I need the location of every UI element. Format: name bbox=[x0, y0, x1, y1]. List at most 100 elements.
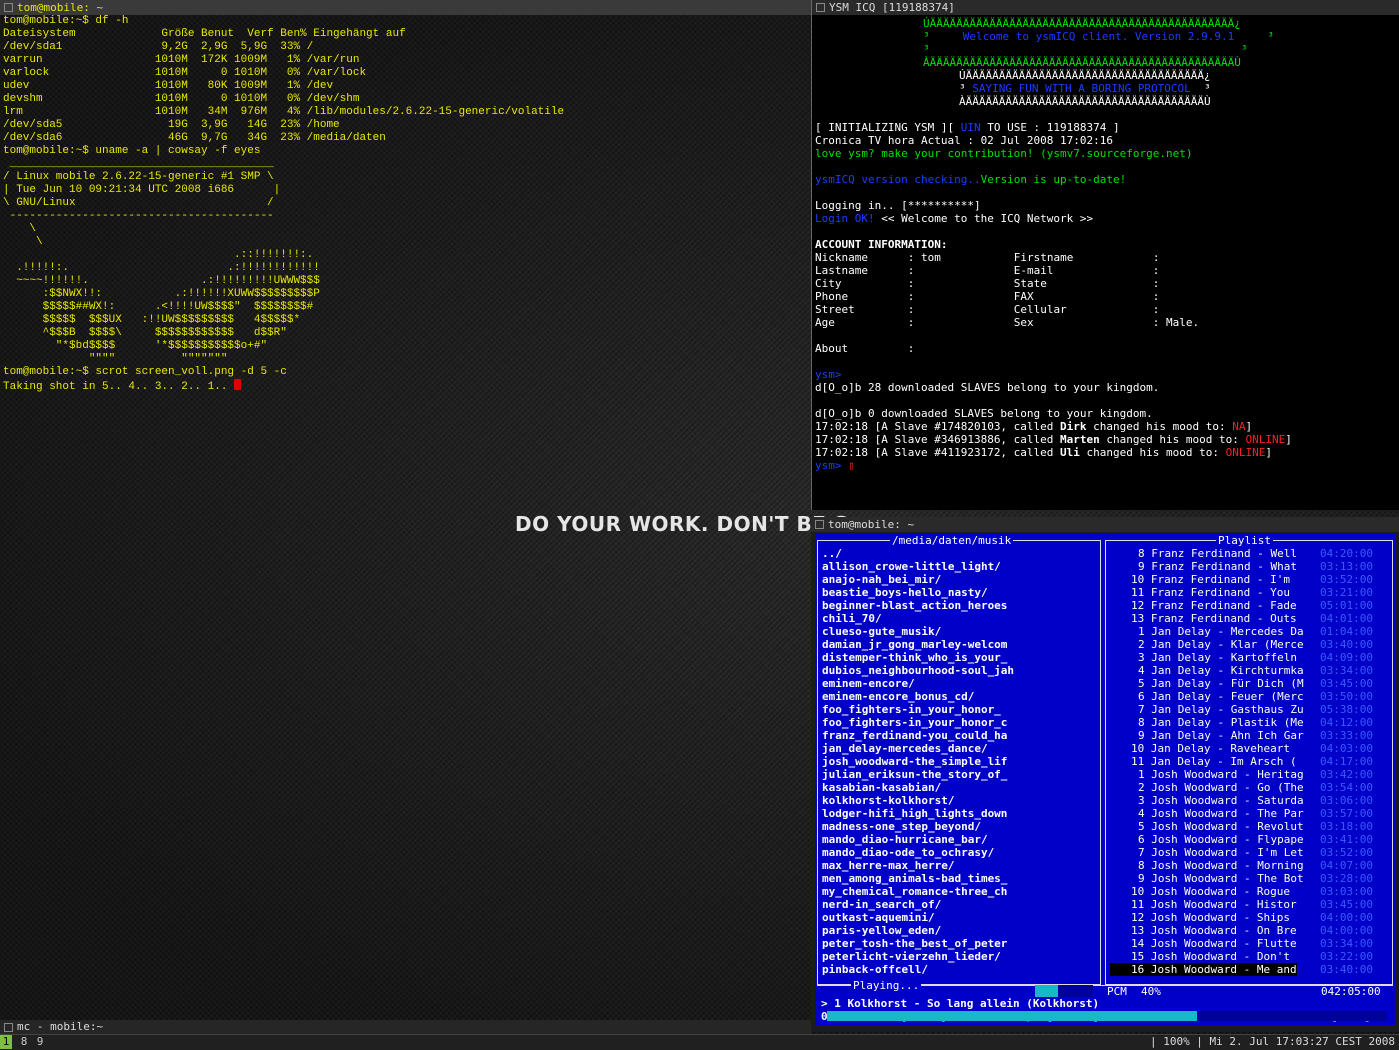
directory-item[interactable]: kasabian-kasabian/ bbox=[822, 781, 1014, 794]
ysm-output[interactable]: ÚÄÄÄÄÄÄÄÄÄÄÄÄÄÄÄÄÄÄÄÄÄÄÄÄÄÄÄÄÄÄÄÄÄÄÄÄÄÄÄ… bbox=[812, 15, 1399, 474]
playlist-item[interactable]: 2 Jan Delay - Klar (Merce 03:40:00 bbox=[1110, 638, 1394, 651]
playlist-item[interactable]: 16 Josh Woodward - Me and 03:40:00 bbox=[1110, 963, 1394, 976]
directory-item[interactable]: distemper-think_who_is_your_ bbox=[822, 651, 1014, 664]
directory-item[interactable]: madness-one_step_beyond/ bbox=[822, 820, 1014, 833]
directory-item[interactable]: lodger-hifi_high_lights_down bbox=[822, 807, 1014, 820]
workspace-8[interactable]: 8 bbox=[18, 1035, 30, 1049]
playlist-item[interactable]: 1 Josh Woodward - Heritag 03:42:00 bbox=[1110, 768, 1394, 781]
ysm-events: 17:02:18 [A Slave #174820103, called Dir… bbox=[815, 420, 1292, 459]
directory-item[interactable]: damian_jr_gong_marley-welcom bbox=[822, 638, 1014, 651]
playlist-item-duration: 04:09:00 bbox=[1320, 651, 1373, 664]
workspace-9[interactable]: 9 bbox=[34, 1035, 46, 1049]
playlist-item[interactable]: 6 Josh Woodward - Flypape 03:41:00 bbox=[1110, 833, 1394, 846]
playlist-panel[interactable]: Playlist 8 Franz Ferdinand - Well 04:20:0… bbox=[1105, 534, 1394, 985]
directory-item[interactable]: dubios_neighbourhood-soul_jah bbox=[822, 664, 1014, 677]
window-close-icon[interactable] bbox=[4, 1022, 13, 1032]
playlist-item[interactable]: 2 Josh Woodward - Go (The 03:54:00 bbox=[1110, 781, 1394, 794]
playlist-item-number: 11 bbox=[1131, 755, 1145, 768]
account-row: Phone : FAX : bbox=[815, 290, 1159, 303]
directory-item[interactable]: foo_fighters-in_your_honor_c bbox=[822, 716, 1014, 729]
directory-item[interactable]: beginner-blast_action_heroes bbox=[822, 599, 1014, 612]
directory-item[interactable]: peter_tosh-the_best_of_peter bbox=[822, 937, 1014, 950]
progress-bar[interactable] bbox=[827, 1011, 1387, 1021]
directory-item[interactable]: eminem-encore_bonus_cd/ bbox=[822, 690, 1014, 703]
ysm-prompt[interactable]: ysm> bbox=[815, 368, 842, 381]
playlist-item[interactable]: 11 Franz Ferdinand - You 03:21:00 bbox=[1110, 586, 1394, 599]
playlist-item[interactable]: 10 Jan Delay - Raveheart 04:03:00 bbox=[1110, 742, 1394, 755]
left-terminal-window[interactable]: tom@mobile: ~ tom@mobile:~$ df -h Dateis… bbox=[0, 0, 811, 1020]
directory-item[interactable]: josh_woodward-the_simple_lif bbox=[822, 755, 1014, 768]
directory-item[interactable]: allison_crowe-little_light/ bbox=[822, 560, 1014, 573]
playlist-item[interactable]: 4 Josh Woodward - The Par 03:57:00 bbox=[1110, 807, 1394, 820]
ysm-prompt-2[interactable]: ysm> bbox=[815, 459, 848, 472]
directory-item[interactable]: beastie_boys-hello_nasty/ bbox=[822, 586, 1014, 599]
playlist-item[interactable]: 1 Jan Delay - Mercedes Da 01:04:00 bbox=[1110, 625, 1394, 638]
playlist-item[interactable]: 3 Jan Delay - Kartoffeln 04:09:00 bbox=[1110, 651, 1394, 664]
playlist-item[interactable]: 8 Jan Delay - Plastik (Me 04:12:00 bbox=[1110, 716, 1394, 729]
playlist-item[interactable]: 7 Josh Woodward - I'm Let 03:52:00 bbox=[1110, 846, 1394, 859]
playlist-item[interactable]: 8 Franz Ferdinand - Well 04:20:00 bbox=[1110, 547, 1394, 560]
playlist-item[interactable]: 14 Josh Woodward - Flutte 03:34:00 bbox=[1110, 937, 1394, 950]
window-close-icon[interactable] bbox=[816, 3, 825, 12]
playlist-item[interactable]: 11 Jan Delay - Im Arsch (04:17:00 bbox=[1110, 755, 1394, 768]
playlist-item[interactable]: 15 Josh Woodward - Don't 03:22:00 bbox=[1110, 950, 1394, 963]
ysm-icq-window[interactable]: YSM ICQ [119188374] ÚÄÄÄÄÄÄÄÄÄÄÄÄÄÄÄÄÄÄÄ… bbox=[811, 0, 1399, 510]
playlist-item[interactable]: 10 Josh Woodward - Rogue 03:03:00 bbox=[1110, 885, 1394, 898]
directory-item[interactable]: men_among_animals-bad_times_ bbox=[822, 872, 1014, 885]
playlist-item-duration: 03:52:00 bbox=[1320, 846, 1373, 859]
playlist-item[interactable]: 9 Jan Delay - Ahn Ich Gar 03:33:00 bbox=[1110, 729, 1394, 742]
playlist-item[interactable]: 5 Josh Woodward - Revolut 03:18:00 bbox=[1110, 820, 1394, 833]
directory-item[interactable]: mando_diao-hurricane_bar/ bbox=[822, 833, 1014, 846]
left-terminal-output[interactable]: tom@mobile:~$ df -h Dateisystem Größe Be… bbox=[0, 15, 811, 394]
playlist-item[interactable]: 11 Josh Woodward - Histor 03:45:00 bbox=[1110, 898, 1394, 911]
window-close-icon[interactable] bbox=[815, 520, 824, 529]
volume-bar[interactable] bbox=[1035, 985, 1093, 997]
playlist-item[interactable]: 3 Josh Woodward - Saturda 03:06:00 bbox=[1110, 794, 1394, 807]
directory-item[interactable]: outkast-aquemini/ bbox=[822, 911, 1014, 924]
music-player-titlebar[interactable]: tom@mobile: ~ bbox=[811, 517, 1399, 532]
directory-item[interactable]: chili_70/ bbox=[822, 612, 1014, 625]
playlist-item-title: Josh Woodward - Saturda bbox=[1151, 794, 1304, 807]
playlist-item[interactable]: 12 Josh Woodward - Ships 04:00:00 bbox=[1110, 911, 1394, 924]
playlist-item[interactable]: 9 Franz Ferdinand - What 03:13:00 bbox=[1110, 560, 1394, 573]
ysm-cursor: ▯ bbox=[848, 459, 855, 472]
playlist-item[interactable]: 13 Josh Woodward - On Bre 04:00:00 bbox=[1110, 924, 1394, 937]
playlist-item[interactable]: 13 Franz Ferdinand - Outs 04:01:00 bbox=[1110, 612, 1394, 625]
playlist-item[interactable]: 12 Franz Ferdinand - Fade 05:01:00 bbox=[1110, 599, 1394, 612]
playlist-item[interactable]: 6 Jan Delay - Feuer (Merc 03:50:00 bbox=[1110, 690, 1394, 703]
workspace-1[interactable]: 1 bbox=[0, 1035, 12, 1049]
directory-item[interactable]: nerd-in_search_of/ bbox=[822, 898, 1014, 911]
directory-item[interactable]: eminem-encore/ bbox=[822, 677, 1014, 690]
playlist-item[interactable]: 5 Jan Delay - Für Dich (M 03:45:00 bbox=[1110, 677, 1394, 690]
directory-item[interactable]: franz_ferdinand-you_could_ha bbox=[822, 729, 1014, 742]
playlist-item[interactable]: 8 Josh Woodward - Morning 04:07:00 bbox=[1110, 859, 1394, 872]
directory-item[interactable]: mando_diao-ode_to_ochrasy/ bbox=[822, 846, 1014, 859]
directory-item[interactable]: julian_eriksun-the_story_of_ bbox=[822, 768, 1014, 781]
ysm-titlebar[interactable]: YSM ICQ [119188374] bbox=[812, 0, 1399, 15]
mc-window-titlebar[interactable]: mc - mobile:~ bbox=[0, 1020, 811, 1034]
directory-item[interactable]: foo_fighters-in_your_honor_ bbox=[822, 703, 1014, 716]
directory-item[interactable]: max_herre-max_herre/ bbox=[822, 859, 1014, 872]
music-player-window[interactable]: tom@mobile: ~ /media/daten/musik ../alli… bbox=[811, 517, 1399, 1032]
playlist-item[interactable]: 7 Jan Delay - Gasthaus Zu 05:38:00 bbox=[1110, 703, 1394, 716]
music-player-panel[interactable]: /media/daten/musik ../allison_crowe-litt… bbox=[815, 533, 1395, 1025]
left-terminal-titlebar[interactable]: tom@mobile: ~ bbox=[0, 0, 811, 15]
playlist-item[interactable]: 9 Josh Woodward - The Bot 03:28:00 bbox=[1110, 872, 1394, 885]
playlist-item[interactable]: 10 Franz Ferdinand - I'm 03:52:00 bbox=[1110, 573, 1394, 586]
directory-item[interactable]: paris-yellow_eden/ bbox=[822, 924, 1014, 937]
playlist-item-duration: 03:54:00 bbox=[1320, 781, 1373, 794]
directory-item[interactable]: pinback-offcell/ bbox=[822, 963, 1014, 976]
directory-item[interactable]: kolkhorst-kolkhorst/ bbox=[822, 794, 1014, 807]
playlist-item[interactable]: 4 Jan Delay - Kirchturmka 03:34:00 bbox=[1110, 664, 1394, 677]
directory-panel[interactable]: /media/daten/musik ../allison_crowe-litt… bbox=[817, 534, 1101, 985]
directory-item[interactable]: my_chemical_romance-three_ch bbox=[822, 885, 1014, 898]
directory-item[interactable]: peterlicht-vierzehn_lieder/ bbox=[822, 950, 1014, 963]
directory-item[interactable]: ../ bbox=[822, 547, 1014, 560]
terminal-line: / Linux mobile 2.6.22-15-generic #1 SMP … bbox=[3, 171, 274, 183]
directory-list[interactable]: ../allison_crowe-little_light/anajo-nah_… bbox=[822, 547, 1014, 976]
playlist-list[interactable]: 8 Franz Ferdinand - Well 04:20:00 9 Franz … bbox=[1110, 547, 1394, 976]
directory-item[interactable]: jan_delay-mercedes_dance/ bbox=[822, 742, 1014, 755]
directory-item[interactable]: clueso-gute_musik/ bbox=[822, 625, 1014, 638]
directory-item[interactable]: anajo-nah_bei_mir/ bbox=[822, 573, 1014, 586]
window-close-icon[interactable] bbox=[4, 3, 13, 12]
